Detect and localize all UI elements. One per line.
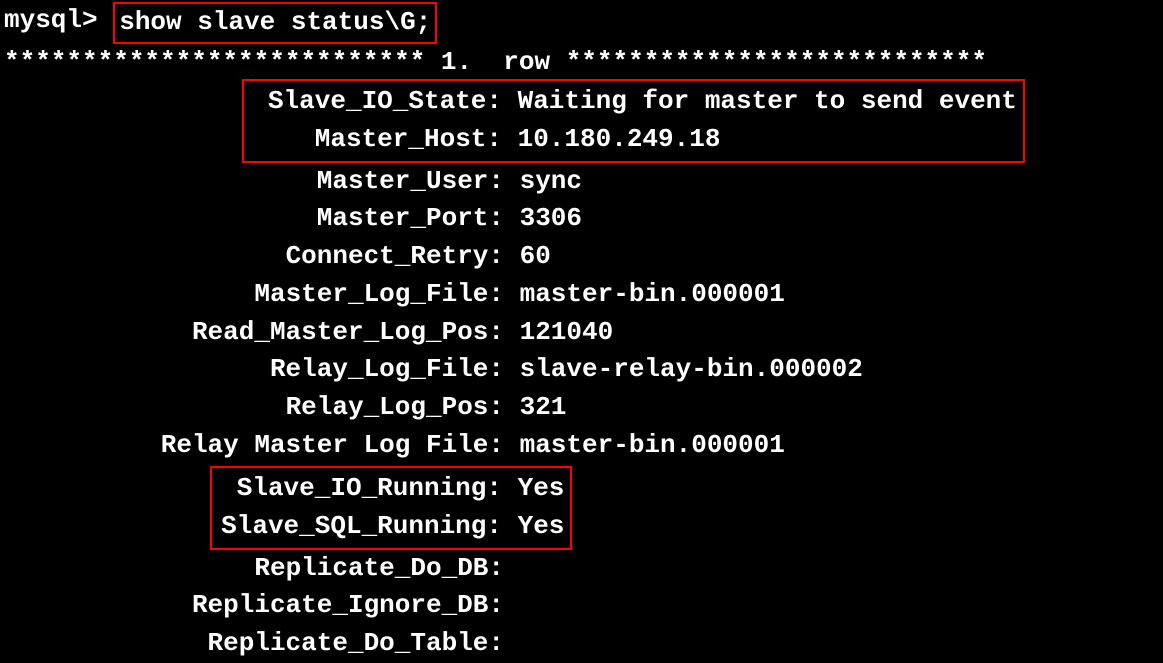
mysql-prompt: mysql> <box>4 2 113 40</box>
field-connect-retry: Connect_Retry: 60 <box>4 238 1159 276</box>
row-header-mid: row <box>472 47 566 77</box>
prompt-line: mysql> show slave status\G; <box>4 2 1159 44</box>
field-master-port: Master_Port: 3306 <box>4 200 1159 238</box>
master-log-file-label: Master_Log_File: <box>4 276 504 314</box>
field-replicate-do-table: Replicate_Do_Table: <box>4 625 1159 663</box>
field-slave-sql-running: Slave_SQL_Running: Yes <box>218 508 564 546</box>
relay-log-file-label: Relay_Log_File: <box>4 351 504 389</box>
read-master-log-pos-label: Read_Master_Log_Pos: <box>4 314 504 352</box>
master-user-label: Master_User: <box>4 163 504 201</box>
master-log-file-value: master-bin.000001 <box>504 276 785 314</box>
field-slave-io-state: Slave_IO_State: Waiting for master to se… <box>250 83 1017 121</box>
replicate-do-table-label: Replicate_Do_Table: <box>4 625 504 663</box>
field-relay-log-pos: Relay_Log_Pos: 321 <box>4 389 1159 427</box>
connect-retry-value: 60 <box>504 238 551 276</box>
command-text[interactable]: show slave status\G; <box>113 2 437 44</box>
field-master-user: Master_User: sync <box>4 163 1159 201</box>
field-relay-log-file: Relay_Log_File: slave-relay-bin.000002 <box>4 351 1159 389</box>
master-user-value: sync <box>504 163 582 201</box>
slave-sql-running-label: Slave_SQL_Running: <box>218 508 502 546</box>
master-host-label: Master_Host: <box>250 121 502 159</box>
read-master-log-pos-value: 121040 <box>504 314 613 352</box>
slave-io-running-label: Slave_IO_Running: <box>218 470 502 508</box>
field-read-master-log-pos: Read_Master_Log_Pos: 121040 <box>4 314 1159 352</box>
field-replicate-ignore-db: Replicate_Ignore_DB: <box>4 587 1159 625</box>
highlight-box-state-host: Slave_IO_State: Waiting for master to se… <box>242 79 1025 162</box>
field-replicate-do-db: Replicate_Do_DB: <box>4 550 1159 588</box>
relay-log-file-value: slave-relay-bin.000002 <box>504 351 863 389</box>
field-master-log-file: Master_Log_File: master-bin.000001 <box>4 276 1159 314</box>
relay-master-log-file-value: master-bin.000001 <box>504 427 785 465</box>
field-master-host: Master_Host: 10.180.249.18 <box>250 121 1017 159</box>
slave-sql-running-value: Yes <box>502 508 564 546</box>
master-host-value: 10.180.249.18 <box>502 121 720 159</box>
slave-io-state-label: Slave_IO_State: <box>250 83 502 121</box>
slave-io-state-value: Waiting for master to send event <box>502 83 1017 121</box>
field-relay-master-log-file: Relay Master Log File: master-bin.000001 <box>4 427 1159 465</box>
replicate-ignore-db-label: Replicate_Ignore_DB: <box>4 587 504 625</box>
field-slave-io-running: Slave_IO_Running: Yes <box>218 470 564 508</box>
relay-log-pos-value: 321 <box>504 389 566 427</box>
relay-master-log-file-label: Relay Master Log File: <box>4 427 504 465</box>
row-header-left: *************************** 1. <box>4 47 472 77</box>
master-port-label: Master_Port: <box>4 200 504 238</box>
connect-retry-label: Connect_Retry: <box>4 238 504 276</box>
replicate-do-db-label: Replicate_Do_DB: <box>4 550 504 588</box>
relay-log-pos-label: Relay_Log_Pos: <box>4 389 504 427</box>
master-port-value: 3306 <box>504 200 582 238</box>
slave-io-running-value: Yes <box>502 470 564 508</box>
row-header-right: *************************** <box>566 47 987 77</box>
highlight-box-running: Slave_IO_Running: Yes Slave_SQL_Running:… <box>210 466 572 549</box>
row-separator: *************************** 1. row *****… <box>4 44 1159 82</box>
